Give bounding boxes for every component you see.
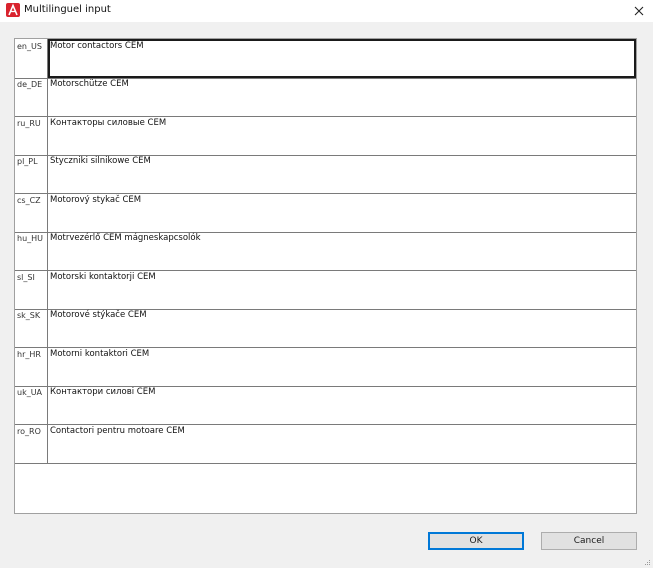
language-code: sl_SI: [15, 270, 48, 309]
translation-field[interactable]: Motorschütze CEM: [48, 77, 636, 116]
translation-field[interactable]: Motorové stýkače CEM: [48, 308, 636, 347]
language-code: hu_HU: [15, 231, 48, 270]
translation-field[interactable]: Motorový stykač CEM: [48, 193, 636, 232]
close-icon: [634, 6, 644, 16]
language-code: cs_CZ: [15, 193, 48, 232]
translation-row: hr_HR Motorni kontaktori CEM: [15, 347, 636, 387]
title-bar: Multilinguel input: [0, 0, 653, 22]
language-code: sk_SK: [15, 308, 48, 347]
language-code: pl_PL: [15, 154, 48, 193]
translation-row: cs_CZ Motorový stykač CEM: [15, 193, 636, 233]
translation-row: ro_RO Contactori pentru motoare CEM: [15, 424, 636, 464]
language-code: en_US: [15, 39, 48, 78]
resize-grip-icon[interactable]: [643, 558, 651, 566]
translation-row: sl_SI Motorski kontaktorji CEM: [15, 270, 636, 310]
translation-text: Motor contactors CEM: [50, 41, 144, 51]
translation-field[interactable]: Styczniki silnikowe CEM: [48, 154, 636, 193]
translation-field[interactable]: Контакторы силовые CEM: [48, 116, 636, 155]
translation-field[interactable]: Motrvezérlő CEM mágneskapcsolók: [48, 231, 636, 270]
window-title: Multilinguel input: [24, 4, 111, 15]
translation-row: uk_UA Контактори силові CEM: [15, 385, 636, 425]
language-code: uk_UA: [15, 385, 48, 424]
language-code: ru_RU: [15, 116, 48, 155]
cancel-button[interactable]: Cancel: [541, 532, 637, 550]
language-code: de_DE: [15, 77, 48, 116]
translation-row: hu_HU Motrvezérlő CEM mágneskapcsolók: [15, 231, 636, 271]
app-logo-icon: [6, 3, 20, 17]
language-code: hr_HR: [15, 347, 48, 386]
translation-field[interactable]: Contactori pentru motoare CEM: [48, 424, 636, 463]
ok-button[interactable]: OK: [428, 532, 524, 550]
translation-grid: en_US Motor contactors CEM de_DE Motorsc…: [14, 38, 637, 514]
translation-row: pl_PL Styczniki silnikowe CEM: [15, 154, 636, 194]
translation-field[interactable]: Motorski kontaktorji CEM: [48, 270, 636, 309]
translation-row: ru_RU Контакторы силовые CEM: [15, 116, 636, 156]
translation-row: en_US Motor contactors CEM: [15, 39, 636, 79]
translation-row: de_DE Motorschütze CEM: [15, 77, 636, 117]
translation-field[interactable]: Контактори силові CEM: [48, 385, 636, 424]
translation-field[interactable]: Motor contactors CEM: [48, 39, 636, 78]
close-button[interactable]: [625, 0, 653, 22]
language-code: ro_RO: [15, 424, 48, 463]
translation-field[interactable]: Motorni kontaktori CEM: [48, 347, 636, 386]
translation-row: sk_SK Motorové stýkače CEM: [15, 308, 636, 348]
